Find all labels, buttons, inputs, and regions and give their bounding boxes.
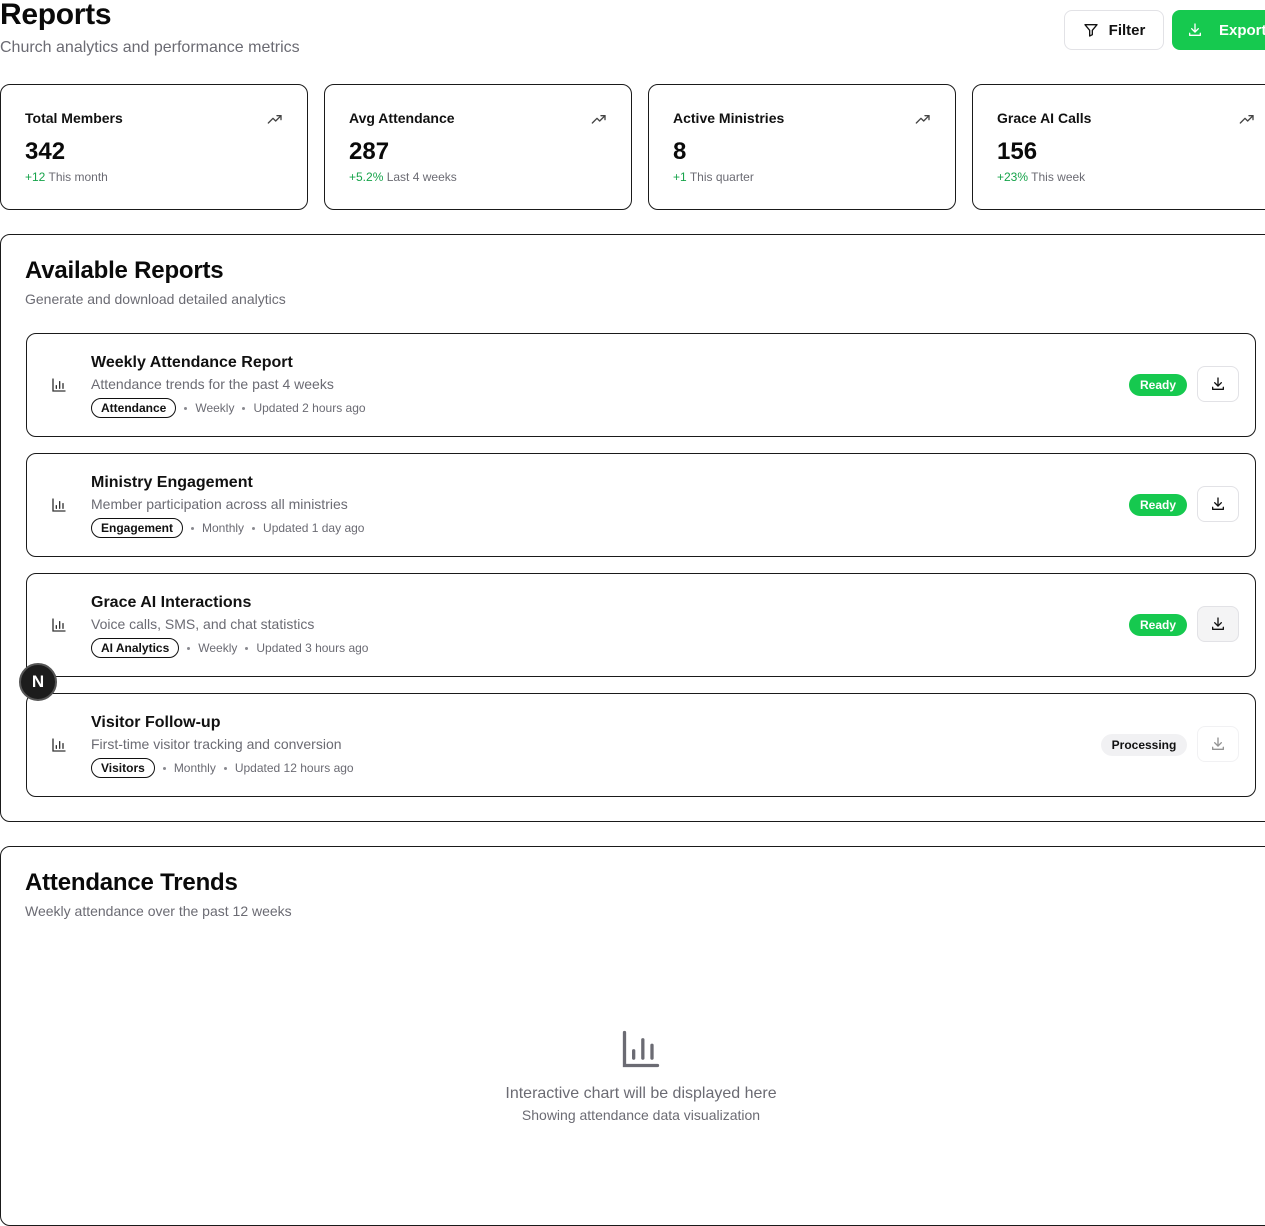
status-badge: Ready xyxy=(1129,614,1187,636)
section-subtitle: Generate and download detailed analytics xyxy=(25,291,286,307)
separator-dot xyxy=(187,646,191,650)
report-card-grace-ai-interactions[interactable]: Grace AI Interactions Voice calls, SMS, … xyxy=(26,573,1256,677)
report-title: Weekly Attendance Report xyxy=(91,354,293,371)
trending-up-icon xyxy=(915,115,930,124)
stat-card-active-ministries: Active Ministries 8 +1 This quarter xyxy=(648,84,956,210)
report-description: Attendance trends for the past 4 weeks xyxy=(91,376,334,392)
stat-label: Total Members xyxy=(25,110,123,126)
report-tag: Attendance xyxy=(91,398,177,418)
page-title: Reports xyxy=(0,0,112,31)
separator-dot xyxy=(223,766,227,770)
report-card-weekly-attendance[interactable]: Weekly Attendance Report Attendance tren… xyxy=(26,333,1256,437)
attendance-trends-panel: Attendance Trends Weekly attendance over… xyxy=(0,846,1265,1226)
report-meta: Engagement Monthly Updated 1 day ago xyxy=(91,518,364,538)
report-updated: Updated 2 hours ago xyxy=(253,401,366,415)
stat-value: 287 xyxy=(349,138,390,165)
export-button[interactable]: Export xyxy=(1172,10,1265,50)
stat-note: +12 This month xyxy=(25,170,108,184)
section-subtitle: Weekly attendance over the past 12 weeks xyxy=(25,903,292,919)
filter-label: Filter xyxy=(1108,21,1146,39)
download-icon xyxy=(1189,23,1201,36)
bar-chart-icon xyxy=(622,1030,660,1068)
separator-dot xyxy=(245,646,249,650)
separator-dot xyxy=(252,526,256,530)
report-updated: Updated 1 day ago xyxy=(263,521,365,535)
stat-delta: +12 xyxy=(25,170,46,184)
filter-button[interactable]: Filter xyxy=(1064,10,1164,50)
stat-period: This week xyxy=(1031,170,1086,184)
page-subtitle: Church analytics and performance metrics xyxy=(0,39,300,56)
download-icon xyxy=(1212,737,1224,750)
stat-period: This quarter xyxy=(689,170,754,184)
download-report-button[interactable] xyxy=(1197,606,1239,642)
stat-note: +5.2% Last 4 weeks xyxy=(349,170,457,184)
stat-label: Avg Attendance xyxy=(349,110,455,126)
stat-delta: +5.2% xyxy=(349,170,384,184)
download-report-button[interactable] xyxy=(1197,726,1239,762)
download-icon xyxy=(1212,497,1224,510)
stat-label: Grace AI Calls xyxy=(997,110,1092,126)
status-badge: Ready xyxy=(1129,494,1187,516)
stat-note: +1 This quarter xyxy=(673,170,754,184)
report-frequency: Monthly xyxy=(202,521,245,535)
download-icon xyxy=(1212,377,1224,390)
download-icon xyxy=(1212,617,1224,630)
report-description: Voice calls, SMS, and chat statistics xyxy=(91,616,315,632)
report-title: Grace AI Interactions xyxy=(91,594,252,611)
stat-delta: +23% xyxy=(997,170,1029,184)
bar-chart-icon xyxy=(52,378,66,392)
report-card-visitor-follow-up[interactable]: Visitor Follow-up First-time visitor tra… xyxy=(26,693,1256,797)
report-description: First-time visitor tracking and conversi… xyxy=(91,736,342,752)
separator-dot xyxy=(184,406,188,410)
chart-placeholder-subtext: Showing attendance data visualization xyxy=(521,1107,761,1123)
report-card-ministry-engagement[interactable]: Ministry Engagement Member participation… xyxy=(26,453,1256,557)
section-title: Attendance Trends xyxy=(25,869,238,896)
status-badge: Ready xyxy=(1129,374,1187,396)
avatar[interactable]: N xyxy=(19,663,57,701)
download-report-button[interactable] xyxy=(1197,366,1239,402)
stat-note: +23% This week xyxy=(997,170,1085,184)
bar-chart-icon xyxy=(52,618,66,632)
report-updated: Updated 3 hours ago xyxy=(256,641,369,655)
separator-dot xyxy=(242,406,246,410)
stat-value: 342 xyxy=(25,138,66,165)
report-title: Ministry Engagement xyxy=(91,474,253,491)
stat-card-avg-attendance: Avg Attendance 287 +5.2% Last 4 weeks xyxy=(324,84,632,210)
chart-placeholder-text: Interactive chart will be displayed here xyxy=(505,1085,777,1102)
separator-dot xyxy=(162,766,166,770)
trending-up-icon xyxy=(267,115,282,124)
chart-placeholder: Interactive chart will be displayed here… xyxy=(1,1027,1265,1123)
stat-label: Active Ministries xyxy=(673,110,785,126)
section-title: Available Reports xyxy=(25,257,224,284)
status-badge: Processing xyxy=(1101,734,1187,756)
report-meta: Visitors Monthly Updated 12 hours ago xyxy=(91,758,354,778)
stat-value: 8 xyxy=(673,138,687,165)
trending-up-icon xyxy=(1239,115,1254,124)
stat-period: This month xyxy=(48,170,108,184)
stat-delta: +1 xyxy=(673,170,687,184)
trending-up-icon xyxy=(591,115,606,124)
export-label: Export xyxy=(1219,21,1265,39)
separator-dot xyxy=(191,526,195,530)
bar-chart-icon xyxy=(52,498,66,512)
filter-icon xyxy=(1083,24,1098,37)
report-tag: Engagement xyxy=(91,518,184,538)
report-frequency: Monthly xyxy=(173,761,216,775)
report-updated: Updated 12 hours ago xyxy=(234,761,354,775)
stat-period: Last 4 weeks xyxy=(386,170,457,184)
report-tag: Visitors xyxy=(91,758,155,778)
report-frequency: Weekly xyxy=(195,401,235,415)
stat-card-grace-ai-calls: Grace AI Calls 156 +23% This week xyxy=(972,84,1265,210)
report-title: Visitor Follow-up xyxy=(91,714,221,731)
available-reports-panel: Available Reports Generate and download … xyxy=(0,234,1265,822)
stat-card-total-members: Total Members 342 +12 This month xyxy=(0,84,308,210)
report-description: Member participation across all ministri… xyxy=(91,496,348,512)
bar-chart-icon xyxy=(52,738,66,752)
report-meta: Attendance Weekly Updated 2 hours ago xyxy=(91,398,366,418)
report-frequency: Weekly xyxy=(198,641,238,655)
report-meta: AI Analytics Weekly Updated 3 hours ago xyxy=(91,638,368,658)
download-report-button[interactable] xyxy=(1197,486,1239,522)
report-tag: AI Analytics xyxy=(91,638,180,658)
stat-value: 156 xyxy=(997,138,1038,165)
